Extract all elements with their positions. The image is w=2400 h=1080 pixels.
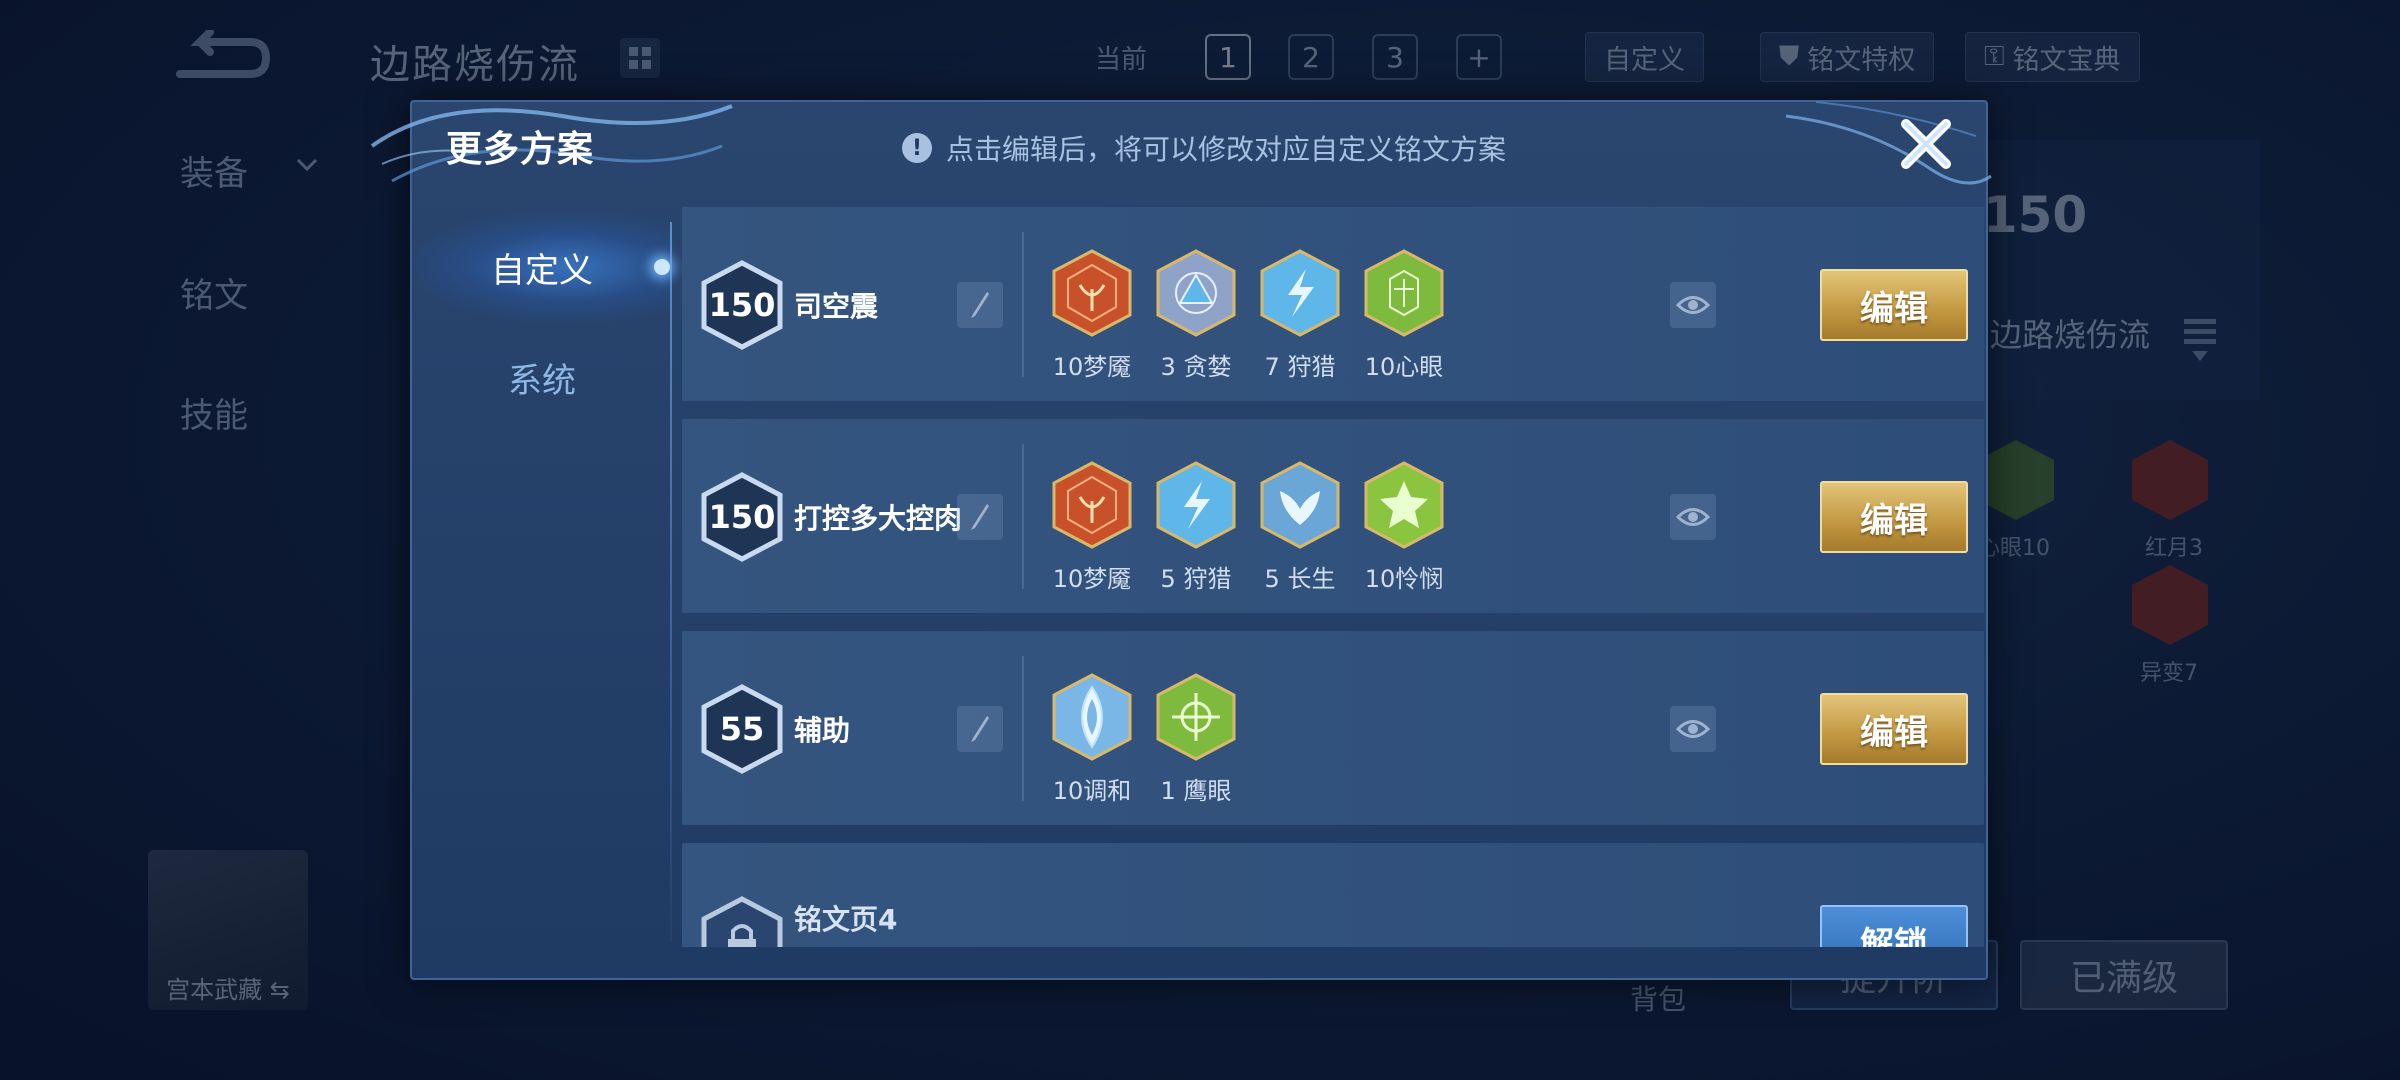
rune-label: 10心眼 [1364, 353, 1444, 381]
chevron-down-icon [296, 158, 318, 172]
rune-page-name: 司空震 [794, 290, 879, 323]
red-rune-icon [2132, 565, 2208, 645]
red-rune-icon [1052, 249, 1132, 337]
green-rune-icon [1364, 249, 1444, 337]
divider [1022, 232, 1024, 377]
blue-rune-icon [1052, 673, 1132, 761]
divider [670, 222, 672, 942]
hint-text: ! 点击编辑后，将可以修改对应自定义铭文方案 [902, 128, 1506, 168]
preview-level: 150 [1982, 186, 2088, 244]
privilege-icon: ⛊ [1779, 41, 1800, 72]
page-tab-2[interactable]: 2 [1288, 34, 1334, 80]
add-page-button[interactable]: + [1456, 34, 1502, 80]
nav-equipment[interactable]: 装备 [180, 146, 248, 195]
edit-button[interactable]: 编辑 [1820, 481, 1968, 553]
rename-button[interactable] [957, 282, 1003, 328]
green-rune-icon [1156, 673, 1236, 761]
rename-button[interactable] [957, 706, 1003, 752]
rune-page-name: 打控多大控肉 [794, 502, 963, 535]
rune-page-row: 150 司空震 10梦魇 3 贪婪 7 狩猎 10心眼 编辑 [682, 207, 1984, 401]
rune-label: 7 狩猎 [1264, 353, 1336, 381]
red-rune-icon [1052, 461, 1132, 549]
rune-page-name: 铭文页4 [794, 903, 898, 936]
hero-name[interactable]: 宫本武藏 ⇆ [148, 970, 308, 1005]
rune-label: 3 贪婪 [1160, 353, 1232, 381]
blue-rune-icon [1156, 249, 1236, 337]
rune-label: 10梦魇 [1052, 353, 1132, 381]
codex-icon: ⚿ [1984, 41, 2005, 72]
page-tab-1[interactable]: 1 [1205, 34, 1251, 80]
rune-label: 1 鹰眼 [1160, 777, 1232, 805]
rune-level: 150 [708, 286, 776, 324]
rune-page-name: 辅助 [794, 714, 851, 747]
edit-button[interactable]: 编辑 [1820, 269, 1968, 341]
green-rune-icon [1364, 461, 1444, 549]
rune-label: 10怜悯 [1364, 565, 1444, 593]
current-label: 当前 [1095, 44, 1148, 75]
rune-page-list[interactable]: 150 司空震 10梦魇 3 贪婪 7 狩猎 10心眼 编辑 150 打控多大控… [682, 207, 1984, 947]
eye-icon [1676, 508, 1710, 526]
close-button[interactable] [1896, 114, 1956, 174]
blue-rune-icon [1260, 249, 1340, 337]
divider [1022, 656, 1024, 801]
blue-rune-icon [1156, 461, 1236, 549]
edit-button[interactable]: 编辑 [1820, 693, 1968, 765]
locked-rune-page-row: 铭文页4 解锁 [682, 843, 1984, 947]
rune-page-row: 150 打控多大控肉 10梦魇 5 狩猎 5 长生 10怜悯 编辑 [682, 419, 1984, 613]
rename-button[interactable] [957, 494, 1003, 540]
tab-system[interactable]: 系统 [412, 322, 672, 432]
swap-icon: ⇆ [269, 976, 290, 1004]
nav-skills[interactable]: 技能 [180, 388, 248, 437]
red-rune-icon [2132, 440, 2208, 520]
swirl-decoration [1785, 101, 1992, 185]
blue-rune-icon [1260, 461, 1340, 549]
rune-level: 55 [719, 710, 765, 748]
back-arrow-icon[interactable] [170, 30, 270, 84]
nav-runes[interactable]: 铭文 [180, 268, 248, 317]
preview-button[interactable] [1670, 706, 1716, 752]
custom-button[interactable]: 自定义 [1585, 32, 1704, 82]
preview-name: 边路烧伤流 [1990, 316, 2151, 354]
lock-icon [701, 896, 783, 947]
pencil-icon [971, 716, 989, 742]
privilege-button[interactable]: ⛊ 铭文特权 [1760, 32, 1935, 82]
side-tabs: 自定义 系统 [412, 212, 672, 432]
tab-custom[interactable]: 自定义 [412, 212, 672, 322]
eye-icon [1676, 720, 1710, 738]
maxed-button: 已满级 [2020, 940, 2228, 1010]
bag-label[interactable]: 背包 [1630, 978, 1686, 1018]
preview-button[interactable] [1670, 282, 1716, 328]
divider [1022, 444, 1024, 589]
rune-level: 150 [708, 498, 776, 536]
rune-label: 10调和 [1052, 777, 1132, 805]
grid-icon[interactable] [620, 38, 660, 78]
close-icon [1901, 119, 1951, 169]
dialog-title: 更多方案 [446, 129, 595, 170]
green-rune-icon [1978, 440, 2054, 520]
page-title: 边路烧伤流 [370, 42, 580, 88]
rune-page-row: 55 辅助 10调和 1 鹰眼 编辑 [682, 631, 1984, 825]
pencil-icon [971, 292, 989, 318]
codex-button[interactable]: ⚿ 铭文宝典 [1965, 32, 2140, 82]
info-icon: ! [902, 133, 932, 163]
menu-icon[interactable] [2180, 315, 2220, 365]
more-plans-dialog: 更多方案 ! 点击编辑后，将可以修改对应自定义铭文方案 自定义 系统 150 司… [370, 100, 1992, 980]
unlock-button[interactable]: 解锁 [1820, 905, 1968, 947]
rune-label: 5 长生 [1264, 565, 1336, 593]
preview-button[interactable] [1670, 494, 1716, 540]
rune-label: 5 狩猎 [1160, 565, 1232, 593]
page-tab-3[interactable]: 3 [1372, 34, 1418, 80]
eye-icon [1676, 296, 1710, 314]
pencil-icon [971, 504, 989, 530]
rune-label: 10梦魇 [1052, 565, 1132, 593]
